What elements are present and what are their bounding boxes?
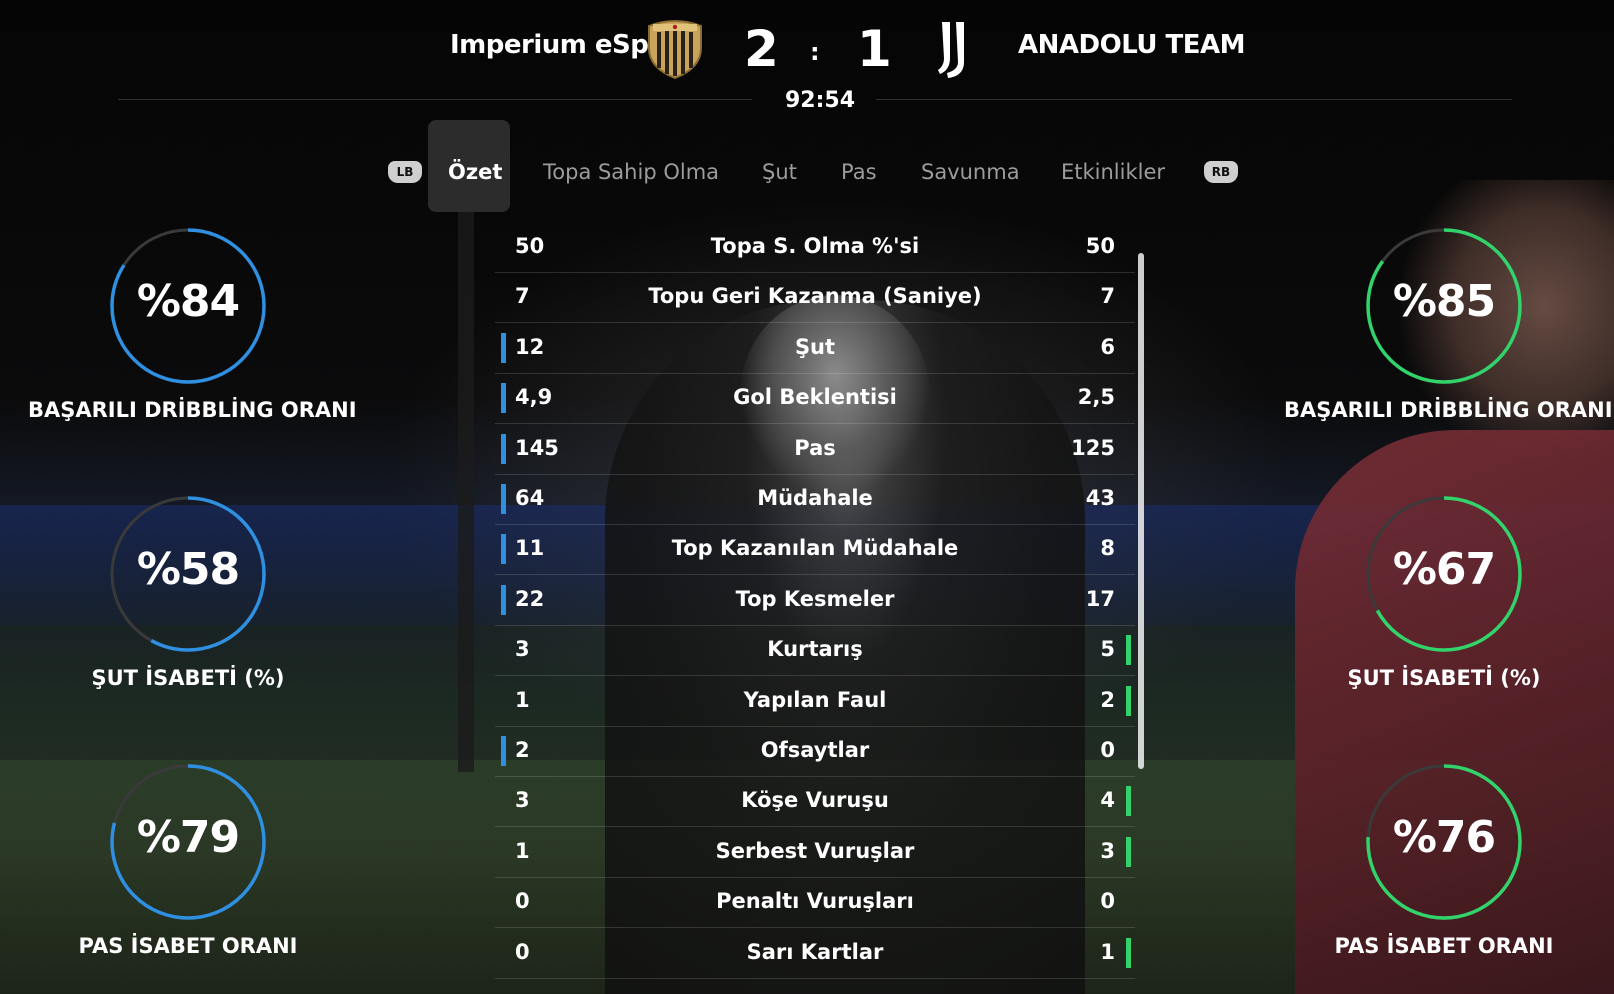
stat-row: Kurtarış 3 5 [495,625,1135,677]
stat-home-value: 22 [515,586,545,611]
stat-row: Yapılan Faul 1 2 [495,676,1135,727]
stat-home-value: 145 [515,435,559,460]
tab-pas[interactable]: Pas [841,160,877,184]
stat-away-value: 2 [1100,687,1115,712]
stat-home-value: 4,9 [515,385,553,410]
stat-label: Top Kesmeler [735,586,895,611]
tab-savunma[interactable]: Savunma [921,160,1020,184]
tab-sut[interactable]: Şut [762,160,797,184]
home-ring-value: %79 [136,812,240,863]
stat-row: Sarı Kartlar 0 1 [495,928,1135,979]
away-ring-value: %67 [1392,544,1496,595]
stat-away-value: 7 [1100,284,1115,309]
lb-bumper-icon[interactable]: LB [388,161,422,183]
stat-home-value: 64 [515,486,545,510]
away-ring-label: ŞUT İSABETİ (%) [1347,666,1541,690]
stat-row: Müdahale 64 43 [495,474,1135,525]
home-team-name: Imperium eSp [450,30,649,60]
stat-row: Gol Beklentisi 4,9 2,5 [495,373,1135,425]
rb-bumper-icon[interactable]: RB [1204,161,1238,183]
stat-row: Topa S. Olma %'si 50 50 [495,222,1135,273]
stat-row: Serbest Vuruşlar 1 3 [495,827,1135,878]
away-ring-label: PAS İSABET ORANI [1334,934,1554,958]
stat-label: Topu Geri Kazanma (Saniye) [648,284,982,309]
stat-label: Top Kazanılan Müdahale [671,536,959,561]
striped-shield-crest-icon [648,20,702,80]
stat-away-value: 125 [1071,435,1115,460]
stat-home-value: 7 [515,284,530,309]
stat-home-value: 2 [515,738,530,762]
stat-label: Topa S. Olma %'si [710,234,920,258]
stat-label: Şut [794,334,836,359]
stat-home-value: 3 [515,788,530,813]
stat-row: Top Kazanılan Müdahale 11 8 [495,524,1135,576]
home-ring-value: %84 [136,276,240,327]
stat-home-value: 3 [515,637,530,662]
header-divider-left [118,99,752,100]
home-ring-label: BAŞARILI DRİBBLİNG ORANI [28,398,357,422]
stat-row: Penaltı Vuruşları 0 0 [495,877,1135,929]
header-divider-right [876,99,1512,100]
away-ring-label: BAŞARILI DRİBBLİNG ORANI [1284,398,1613,422]
stat-label: Serbest Vuruşlar [715,838,915,863]
stat-label: Müdahale [757,486,873,510]
stat-away-value: 43 [1085,486,1115,510]
stat-row: Topu Geri Kazanma (Saniye) 7 7 [495,272,1135,324]
stat-home-value: 0 [515,889,530,914]
tab-topa-sahip-olma[interactable]: Topa Sahip Olma [543,160,719,184]
stat-label: Sarı Kartlar [746,939,884,964]
stat-label: Yapılan Faul [743,687,887,712]
stat-away-value: 4 [1100,788,1115,813]
stat-row: Top Kesmeler 22 17 [495,575,1135,626]
score-separator: : [810,38,820,66]
stat-away-value: 6 [1100,334,1115,359]
stat-row: Pas 145 125 [495,424,1135,475]
home-score: 2 [744,20,779,78]
stats-scrollbar[interactable] [1138,253,1144,769]
home-ring-label: ŞUT İSABETİ (%) [91,666,285,690]
match-clock: 92:54 [785,88,856,113]
stat-row: Köşe Vuruşu 3 4 [495,776,1135,828]
stat-label: Pas [794,435,836,460]
stat-home-value: 12 [515,334,545,359]
tab-etkinlikler[interactable]: Etkinlikler [1061,160,1165,184]
stat-label: Penaltı Vuruşları [716,889,914,914]
stat-row: Ofsaytlar 2 0 [495,726,1135,777]
stat-home-value: 50 [515,234,545,258]
stat-away-value: 50 [1085,234,1115,258]
stat-label: Kurtarış [767,637,863,662]
stat-away-value: 1 [1100,939,1115,964]
stat-away-value: 5 [1100,637,1115,662]
juventus-j-crest-icon [938,22,964,78]
stat-label: Gol Beklentisi [733,385,897,410]
home-ring-value: %58 [136,544,240,595]
away-ring-value: %85 [1392,276,1496,327]
stat-away-value: 0 [1100,889,1115,914]
stat-home-value: 11 [515,536,545,561]
stat-label: Köşe Vuruşu [741,788,889,813]
stat-away-value: 0 [1100,738,1115,762]
home-ring-label: PAS İSABET ORANI [78,934,298,958]
away-ring-value: %76 [1392,812,1496,863]
stat-home-value: 0 [515,939,530,964]
away-team-name: ANADOLU TEAM [1018,30,1245,60]
stat-label: Ofsaytlar [760,738,870,762]
stat-away-value: 8 [1100,536,1115,561]
stat-away-value: 17 [1085,586,1115,611]
stat-home-value: 1 [515,838,530,863]
tab-ozet[interactable]: Özet [448,160,502,184]
stat-away-value: 2,5 [1077,385,1115,410]
stat-row: Şut 12 6 [495,323,1135,374]
away-score: 1 [857,20,892,78]
floodlight-pole-background [458,212,474,772]
stat-away-value: 3 [1100,838,1115,863]
stat-home-value: 1 [515,687,530,712]
